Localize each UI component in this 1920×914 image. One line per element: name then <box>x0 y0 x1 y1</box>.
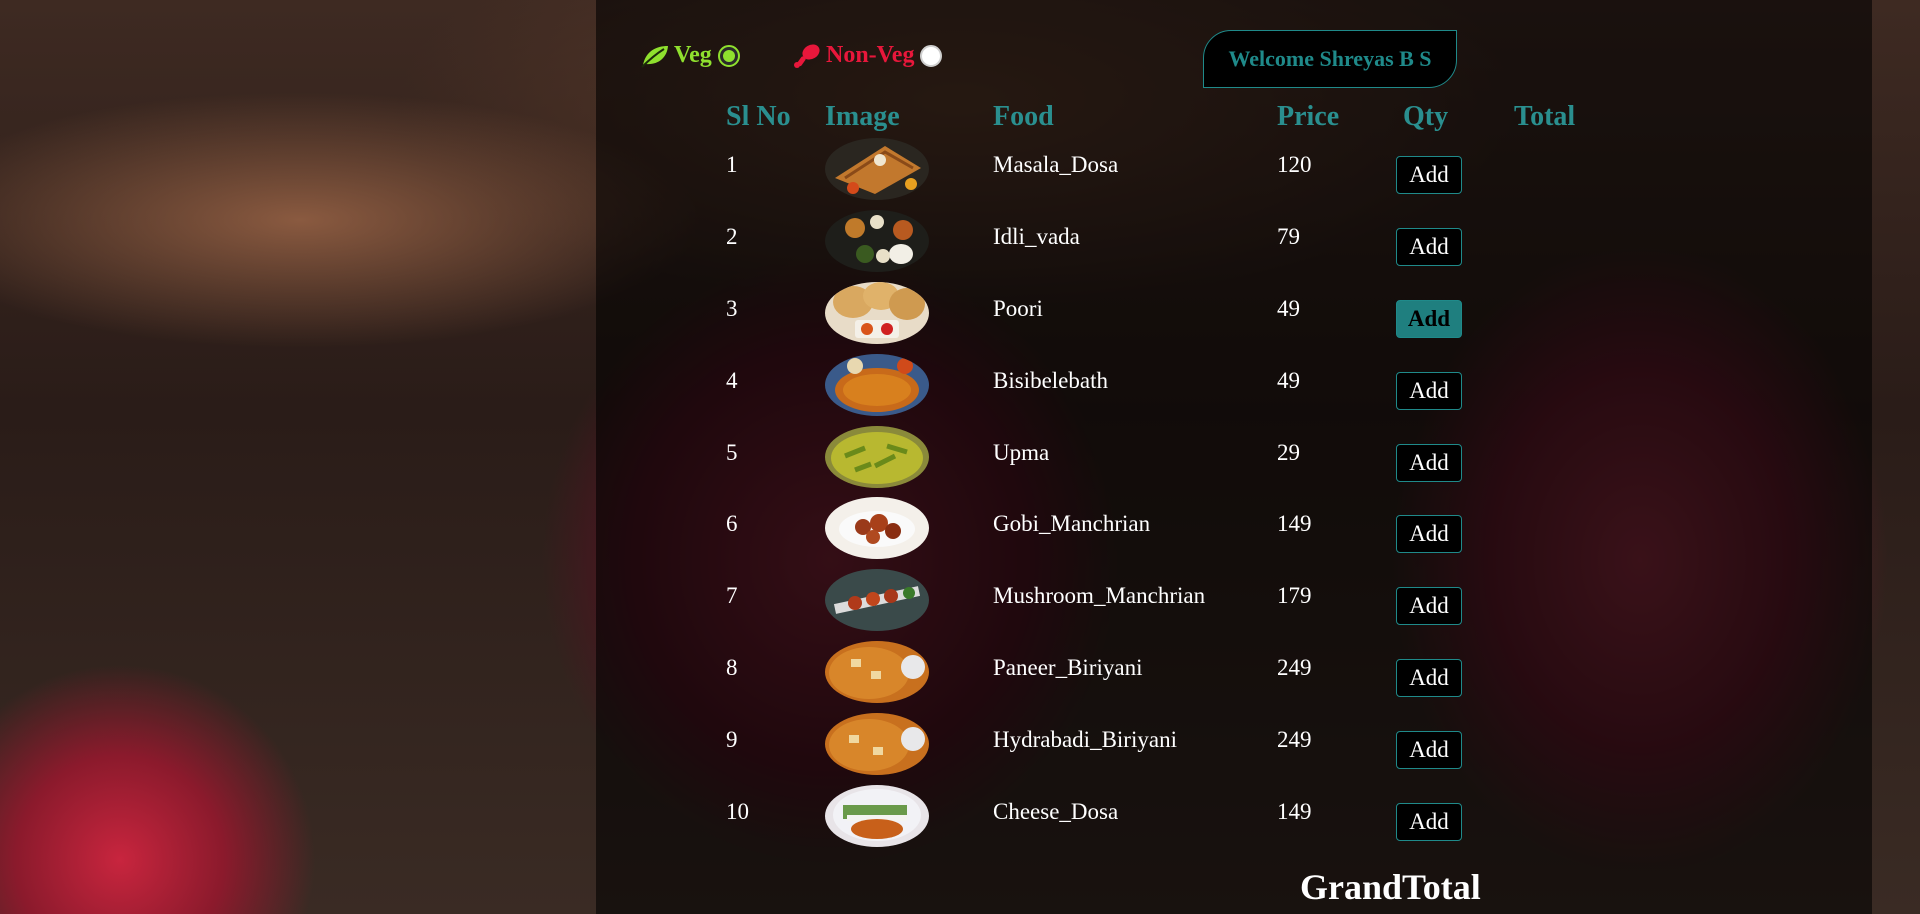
nonveg-radio[interactable] <box>920 44 943 67</box>
food-price: 29 <box>1277 440 1300 465</box>
sl-no: 9 <box>726 727 738 752</box>
food-price: 179 <box>1277 583 1312 608</box>
table-row: 9 Hydrabadi_Biriyani 249 Add <box>0 713 1920 785</box>
table-row: 3 Poori 49 Add <box>0 282 1920 354</box>
veg-label: Veg <box>674 42 712 68</box>
table-row: 4 Bisibelebath 49 Add <box>0 354 1920 426</box>
header-price: Price <box>1277 101 1340 132</box>
gobi-manchurian-thumbnail <box>825 497 929 559</box>
grand-total-label: GrandTotal <box>1300 867 1481 907</box>
food-name: Masala_Dosa <box>993 152 1119 177</box>
food-name: Upma <box>993 440 1050 465</box>
food-name: Poori <box>993 296 1043 321</box>
add-button[interactable]: Add <box>1396 300 1462 338</box>
sl-no: 1 <box>726 152 738 177</box>
food-name: Mushroom_Manchrian <box>993 583 1206 608</box>
add-button[interactable]: Add <box>1396 731 1462 769</box>
dosa-thumbnail <box>825 138 929 200</box>
sl-no: 7 <box>726 583 738 608</box>
add-button[interactable]: Add <box>1396 372 1462 410</box>
food-name: Bisibelebath <box>993 368 1108 393</box>
table-row: 8 Paneer_Biriyani 249 Add <box>0 641 1920 713</box>
table-row: 5 Upma 29 Add <box>0 426 1920 498</box>
food-price: 149 <box>1277 511 1312 536</box>
veg-filter[interactable]: Veg <box>640 42 740 69</box>
add-button[interactable]: Add <box>1396 659 1462 697</box>
food-name: Idli_vada <box>993 224 1080 249</box>
table-row: 6 Gobi_Manchrian 149 Add <box>0 497 1920 569</box>
food-price: 120 <box>1277 152 1312 177</box>
nonveg-label: Non-Veg <box>826 42 915 68</box>
header-sl-no: Sl No <box>726 101 791 132</box>
mushroom-manchurian-thumbnail <box>825 569 929 631</box>
upma-thumbnail <box>825 426 929 488</box>
add-button[interactable]: Add <box>1396 803 1462 841</box>
leaf-icon <box>641 45 668 68</box>
bisibelebath-thumbnail <box>825 354 929 416</box>
hydrabadi-biriyani-thumbnail <box>825 713 929 775</box>
drumstick-icon <box>794 43 820 68</box>
table-row: 7 Mushroom_Manchrian 179 Add <box>0 569 1920 641</box>
sl-no: 2 <box>726 224 738 249</box>
header-total: Total <box>1514 101 1576 132</box>
food-price: 49 <box>1277 296 1300 321</box>
sl-no: 5 <box>726 440 738 465</box>
food-name: Cheese_Dosa <box>993 799 1119 824</box>
poori-thumbnail <box>825 282 929 344</box>
add-button[interactable]: Add <box>1396 228 1462 266</box>
food-price: 49 <box>1277 368 1300 393</box>
sl-no: 8 <box>726 655 738 680</box>
add-button[interactable]: Add <box>1396 156 1462 194</box>
header-image: Image <box>825 101 900 132</box>
nonveg-filter[interactable]: Non-Veg <box>792 42 943 69</box>
idli-vada-thumbnail <box>825 210 929 272</box>
sl-no: 10 <box>726 799 749 824</box>
paneer-biriyani-thumbnail <box>825 641 929 703</box>
table-row: 10 Cheese_Dosa 149 Add <box>0 785 1920 857</box>
header-qty: Qty <box>1403 101 1449 132</box>
sl-no: 3 <box>726 296 738 321</box>
add-button[interactable]: Add <box>1396 587 1462 625</box>
food-price: 79 <box>1277 224 1300 249</box>
add-button[interactable]: Add <box>1396 515 1462 553</box>
table-row: 2 Idli_vada 79 Add <box>0 210 1920 282</box>
food-name: Paneer_Biriyani <box>993 655 1143 680</box>
table-row: 1 Masala_Dosa 120 Add <box>0 138 1920 210</box>
food-name: Hydrabadi_Biriyani <box>993 727 1177 752</box>
header-food: Food <box>993 101 1054 132</box>
food-price: 149 <box>1277 799 1312 824</box>
food-price: 249 <box>1277 727 1312 752</box>
sl-no: 4 <box>726 368 738 393</box>
veg-radio[interactable] <box>717 44 740 67</box>
add-button[interactable]: Add <box>1396 444 1462 482</box>
welcome-badge: Welcome Shreyas B S <box>1203 30 1457 88</box>
sl-no: 6 <box>726 511 738 536</box>
food-price: 249 <box>1277 655 1312 680</box>
cheese-dosa-thumbnail <box>825 785 929 847</box>
food-name: Gobi_Manchrian <box>993 511 1151 536</box>
